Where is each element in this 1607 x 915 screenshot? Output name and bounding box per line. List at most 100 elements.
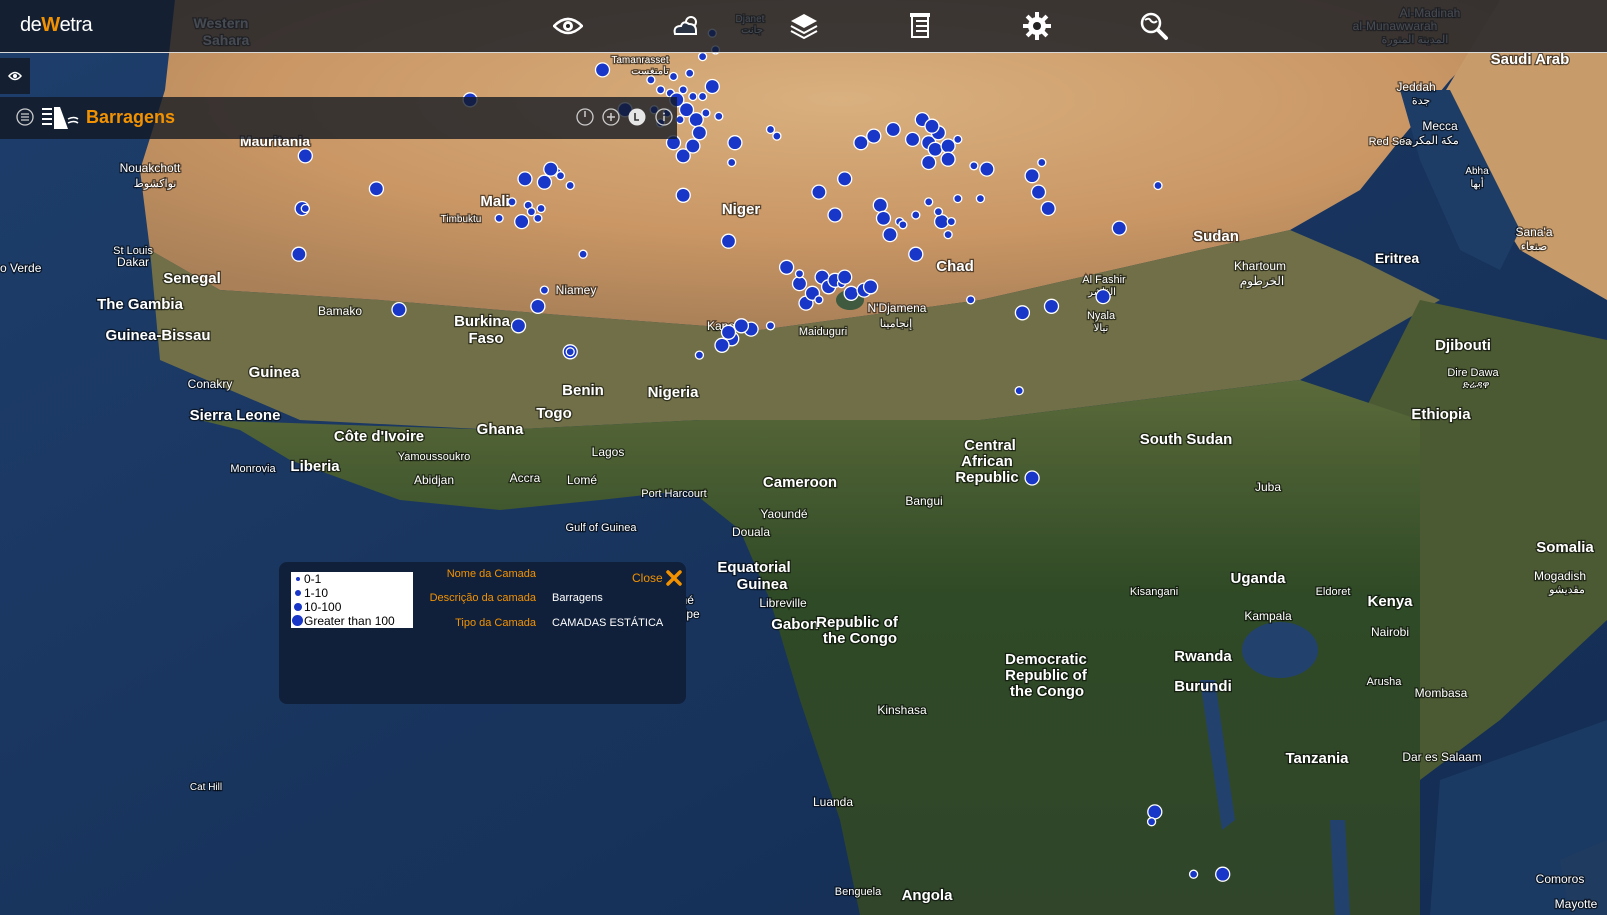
app-logo[interactable]: deWetra <box>20 14 93 37</box>
dam-marker[interactable] <box>904 131 921 148</box>
dam-marker[interactable] <box>733 318 750 334</box>
dam-marker[interactable] <box>765 124 776 135</box>
dam-marker[interactable] <box>675 114 685 125</box>
dam-marker[interactable] <box>368 181 385 197</box>
dam-marker[interactable] <box>794 269 805 279</box>
dam-marker[interactable] <box>898 220 908 230</box>
dam-marker[interactable] <box>510 318 527 334</box>
dam-marker[interactable] <box>811 184 827 200</box>
dam-marker[interactable] <box>940 151 956 167</box>
dam-marker[interactable] <box>975 193 986 204</box>
dam-marker[interactable] <box>772 131 782 141</box>
dam-marker[interactable] <box>1095 288 1111 305</box>
dam-marker[interactable] <box>1043 298 1060 314</box>
dam-marker[interactable] <box>827 207 843 223</box>
weather-button[interactable] <box>666 6 706 46</box>
dam-marker[interactable] <box>533 213 543 223</box>
dam-marker[interactable] <box>837 269 853 285</box>
dam-marker[interactable] <box>514 213 530 230</box>
dam-marker[interactable] <box>940 138 956 154</box>
dam-marker[interactable] <box>704 78 720 95</box>
dam-marker[interactable] <box>539 285 550 295</box>
dam-marker[interactable] <box>1111 220 1127 236</box>
dam-marker[interactable] <box>979 161 995 177</box>
dam-marker[interactable] <box>875 210 892 226</box>
dam-marker[interactable] <box>714 111 724 121</box>
dam-marker[interactable] <box>1030 184 1047 200</box>
dam-marker[interactable] <box>872 197 888 213</box>
dam-marker[interactable] <box>885 121 901 138</box>
dam-marker[interactable] <box>862 279 879 295</box>
dam-marker[interactable] <box>1215 866 1231 882</box>
dam-marker[interactable] <box>924 197 934 207</box>
dam-marker[interactable] <box>297 148 313 164</box>
dam-marker[interactable] <box>814 295 824 305</box>
dam-marker[interactable] <box>555 171 566 181</box>
sidebar-toggle-button[interactable] <box>0 58 30 94</box>
dam-marker[interactable] <box>843 285 859 301</box>
dam-marker[interactable] <box>720 233 737 249</box>
dam-marker[interactable] <box>578 249 588 259</box>
dam-marker[interactable] <box>291 246 307 262</box>
dam-marker[interactable] <box>927 141 943 157</box>
dam-marker[interactable] <box>837 171 853 187</box>
dam-marker[interactable] <box>882 226 898 243</box>
dam-marker[interactable] <box>594 62 611 78</box>
dam-marker[interactable] <box>391 301 407 318</box>
dam-marker[interactable] <box>1014 305 1031 321</box>
dam-marker[interactable] <box>1153 180 1163 191</box>
dam-marker[interactable] <box>646 75 656 85</box>
dam-marker[interactable] <box>1146 817 1157 827</box>
dam-marker[interactable] <box>866 128 882 144</box>
dam-marker[interactable] <box>1037 157 1047 168</box>
dam-marker[interactable] <box>685 138 701 154</box>
dam-marker[interactable] <box>908 246 924 262</box>
layers-button[interactable] <box>784 6 824 46</box>
settings-button[interactable] <box>1017 6 1057 46</box>
dam-marker[interactable] <box>655 85 666 95</box>
dam-marker[interactable] <box>526 207 537 217</box>
dam-marker[interactable] <box>536 203 546 214</box>
dam-marker[interactable] <box>517 171 533 187</box>
dam-marker[interactable] <box>1014 386 1024 396</box>
dam-marker[interactable] <box>565 347 575 357</box>
dam-marker[interactable] <box>543 161 559 177</box>
documents-button[interactable] <box>901 6 941 46</box>
dam-marker[interactable] <box>966 295 976 305</box>
dam-marker[interactable] <box>791 275 808 292</box>
dam-marker[interactable] <box>911 210 921 220</box>
layer-menu-button[interactable] <box>16 108 34 126</box>
dam-marker[interactable] <box>685 68 695 78</box>
dam-marker[interactable] <box>953 193 963 204</box>
dam-marker[interactable] <box>697 91 708 102</box>
dam-marker[interactable] <box>1040 200 1056 217</box>
dam-marker[interactable] <box>933 213 950 230</box>
dam-marker[interactable] <box>688 111 704 128</box>
dam-marker[interactable] <box>778 259 795 275</box>
dam-marker[interactable] <box>691 125 708 141</box>
dam-marker[interactable] <box>678 85 688 95</box>
layer-zoom-button[interactable] <box>602 108 620 126</box>
close-button[interactable]: Close <box>632 570 682 586</box>
dam-marker[interactable] <box>530 298 546 314</box>
dam-marker[interactable] <box>507 197 517 207</box>
dam-marker[interactable] <box>853 135 869 151</box>
dam-marker[interactable] <box>1188 869 1199 879</box>
layer-legend-button[interactable] <box>628 108 646 126</box>
layer-opacity-button[interactable] <box>576 108 594 126</box>
dam-marker[interactable] <box>1024 470 1040 486</box>
dam-marker[interactable] <box>969 161 979 171</box>
dam-marker[interactable] <box>946 216 956 227</box>
view-toggle-button[interactable] <box>548 6 588 46</box>
dam-marker[interactable] <box>1147 804 1163 820</box>
dam-marker[interactable] <box>727 157 737 168</box>
dam-marker[interactable] <box>953 134 963 145</box>
dam-marker[interactable] <box>688 91 698 102</box>
dam-marker[interactable] <box>697 51 708 62</box>
dam-marker[interactable] <box>943 229 953 240</box>
layer-info-button[interactable] <box>655 108 673 126</box>
dam-marker[interactable] <box>720 324 737 340</box>
dam-marker[interactable] <box>668 71 679 82</box>
dam-marker[interactable] <box>933 207 944 217</box>
dam-marker[interactable] <box>765 321 776 331</box>
